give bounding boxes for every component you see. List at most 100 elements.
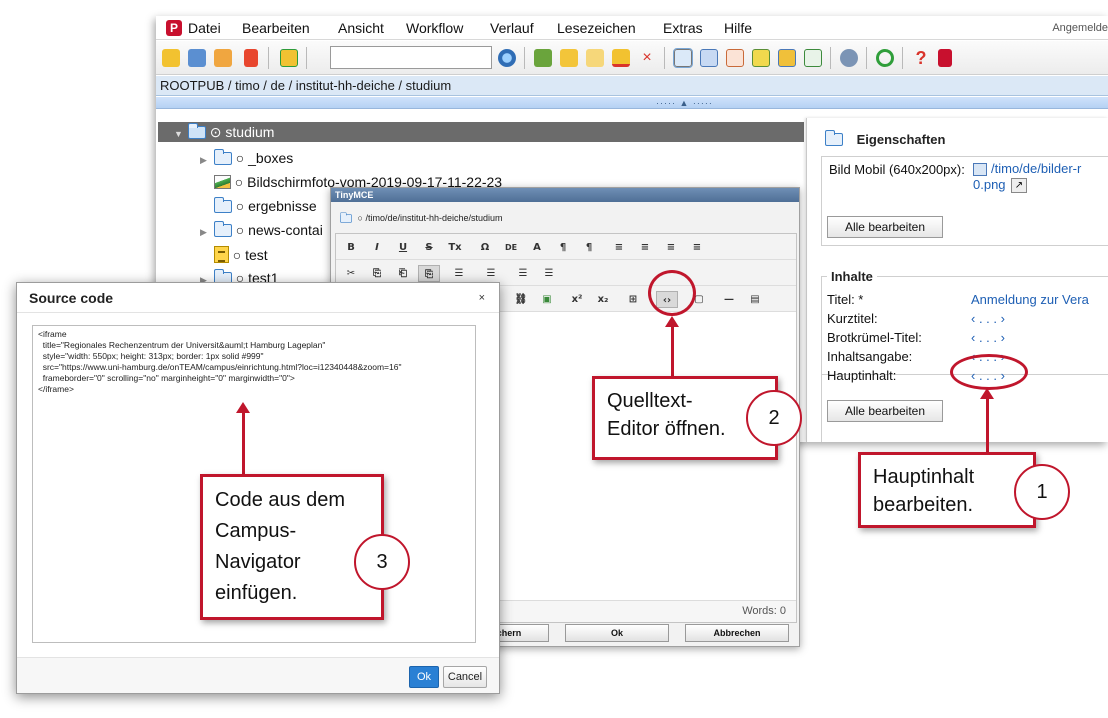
view-eye-icon[interactable] (804, 49, 822, 67)
source-cancel-button[interactable]: Cancel (443, 666, 487, 688)
tree-item[interactable]: ▶ ○ _boxes (200, 149, 293, 166)
strikethrough-button[interactable]: S (418, 239, 440, 256)
delete-icon[interactable]: × (638, 49, 656, 67)
image-button[interactable]: ▣ (536, 291, 558, 308)
view-tree-icon[interactable] (673, 48, 693, 68)
menu-hilfe[interactable]: Hilfe (724, 20, 752, 36)
align-center-button[interactable]: ≡ (634, 239, 656, 256)
field-value-breadcrumb-title[interactable]: ‹ . . . › (971, 330, 1005, 345)
edit-all-button-2[interactable]: Alle bearbeiten (827, 400, 943, 422)
toolbar-separator (902, 47, 903, 69)
subscript-button[interactable]: x₂ (592, 291, 614, 308)
paste-text-button[interactable]: ⎘ (418, 265, 440, 282)
cut-button[interactable]: ✂ (340, 265, 362, 282)
callout-step-3: Code aus dem Campus- Navigator einfügen. (200, 474, 384, 620)
copy-button[interactable]: ⎘ (366, 265, 388, 282)
tree-item[interactable]: ▶ ○ news-contai (200, 221, 323, 238)
image-mobile-path[interactable]: /timo/de/bilder-r (991, 161, 1081, 176)
close-icon[interactable]: × (479, 292, 485, 304)
splitter-grip-icon[interactable]: ····· ▲ ····· (656, 98, 713, 108)
image-file-icon (213, 175, 231, 189)
tree-item-studium[interactable]: ▼ ⊙ studium (158, 122, 804, 142)
tutorial-screenshot: P Datei Bearbeiten Ansicht Workflow Verl… (0, 0, 1108, 718)
settings-icon[interactable] (840, 49, 858, 67)
refresh-icon[interactable] (876, 49, 894, 67)
clear-format-button[interactable]: Tx (444, 239, 466, 256)
mce-toolbar-row-1: B I U S Tx Ω DE A ¶ ¶ ≡ ≡ ≡ ≡ (336, 234, 796, 260)
menu-bar: P Datei Bearbeiten Ansicht Workflow Verl… (156, 16, 1108, 40)
cut-icon[interactable] (534, 49, 552, 67)
view-tiles-icon[interactable] (752, 49, 770, 67)
special-char-button[interactable]: Ω (474, 239, 496, 256)
underline-button[interactable]: U (392, 239, 414, 256)
indent-button[interactable]: ☰ (538, 265, 560, 282)
align-left-button[interactable]: ≡ (608, 239, 630, 256)
arrow-head-3 (236, 402, 250, 413)
cancel-button[interactable]: Abbrechen (685, 624, 789, 642)
view-list-icon[interactable] (726, 49, 744, 67)
arrow-shaft-2 (671, 326, 674, 376)
expand-icon[interactable]: ▶ (200, 227, 210, 238)
field-value-title[interactable]: Anmeldung zur Vera (971, 292, 1089, 307)
align-right-button[interactable]: ≡ (660, 239, 682, 256)
language-button[interactable]: DE (500, 239, 522, 256)
properties-title: Eigenschaften (856, 132, 946, 147)
new-folder-icon[interactable] (188, 49, 206, 67)
image-mobile-path-2[interactable]: 0.png (973, 177, 1006, 192)
table-button[interactable]: ⊞ (622, 291, 644, 308)
check-icon[interactable] (280, 49, 298, 67)
logout-icon[interactable] (938, 49, 952, 67)
edit-all-button-1[interactable]: Alle bearbeiten (827, 216, 943, 238)
show-blocks-button[interactable]: ¶ (578, 239, 600, 256)
field-label-short-title: Kurztitel: (827, 311, 878, 326)
menu-ansicht[interactable]: Ansicht (338, 20, 384, 36)
tree-item[interactable]: ○ ergebnisse (200, 197, 317, 214)
download-icon[interactable] (244, 49, 258, 67)
rename-icon[interactable] (612, 49, 630, 67)
menu-verlauf[interactable]: Verlauf (490, 20, 534, 36)
tree-item-label: ○ ergebnisse (235, 198, 317, 214)
bold-button[interactable]: B (340, 239, 362, 256)
paste-icon[interactable] (586, 49, 604, 67)
bullet-list-button[interactable]: ☰ (448, 265, 470, 282)
tree-item[interactable]: ○ test (200, 246, 268, 263)
menu-lesezeichen[interactable]: Lesezeichen (557, 20, 636, 36)
menu-bearbeiten[interactable]: Bearbeiten (242, 20, 310, 36)
field-value-short-title[interactable]: ‹ . . . › (971, 311, 1005, 326)
expand-icon[interactable]: ▶ (200, 155, 210, 166)
outdent-button[interactable]: ☰ (512, 265, 534, 282)
view-grid-icon[interactable] (700, 49, 718, 67)
open-link-icon[interactable]: ↗ (1011, 178, 1027, 193)
copy-icon[interactable] (560, 49, 578, 67)
view-preview-icon[interactable] (778, 49, 796, 67)
menu-datei[interactable]: Datei (188, 20, 221, 36)
menu-extras[interactable]: Extras (663, 20, 703, 36)
upload-icon[interactable] (214, 49, 232, 67)
folder-icon (340, 212, 352, 223)
highlight-ring-main-content (950, 354, 1028, 390)
collapse-icon[interactable]: ▼ (174, 124, 184, 144)
field-label-summary: Inhaltsangabe: (827, 349, 913, 364)
ok-button[interactable]: Ok (565, 624, 669, 642)
paragraph-button[interactable]: ¶ (552, 239, 574, 256)
superscript-button[interactable]: x² (566, 291, 588, 308)
paste-button[interactable]: ⎗ (392, 265, 414, 282)
spellcheck-button[interactable]: A (526, 239, 548, 256)
panel-splitter[interactable]: ····· ▲ ····· (156, 97, 1108, 109)
numbered-list-button[interactable]: ☰ (480, 265, 502, 282)
italic-button[interactable]: I (366, 239, 388, 256)
unlink-button[interactable]: ⛓ (510, 291, 532, 308)
arrow-shaft-1 (986, 398, 989, 454)
field-label-title: Titel: * (827, 292, 864, 307)
source-ok-button[interactable]: Ok (409, 666, 439, 688)
arrow-shaft-3 (242, 412, 245, 476)
search-icon[interactable] (498, 49, 516, 67)
help-icon[interactable]: ? (912, 49, 930, 67)
search-input[interactable] (330, 46, 492, 69)
save-icon-button[interactable]: ▤ (744, 291, 766, 308)
new-page-icon[interactable] (162, 49, 180, 67)
word-count: Words: 0 (742, 605, 786, 617)
justify-button[interactable]: ≡ (686, 239, 708, 256)
horizontal-rule-button[interactable]: — (718, 291, 740, 308)
menu-workflow[interactable]: Workflow (406, 20, 463, 36)
